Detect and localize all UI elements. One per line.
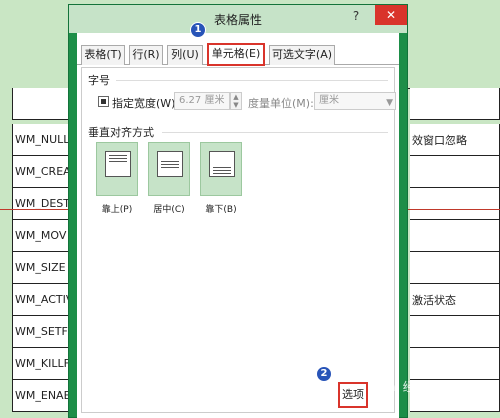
align-top-button[interactable]	[96, 142, 138, 196]
measure-in-value: 厘米	[319, 95, 339, 106]
align-bottom-label: 靠下(B)	[205, 205, 237, 215]
table-cell[interactable]	[410, 156, 500, 188]
align-bottom-button[interactable]	[200, 142, 242, 196]
close-button[interactable]: ✕	[375, 5, 407, 25]
preferred-width-checkbox[interactable]	[98, 96, 109, 107]
step-badge-1: 1	[190, 22, 206, 38]
check-mark-icon	[101, 99, 106, 104]
table-row[interactable]: WM_SIZE	[12, 252, 70, 284]
table-cell[interactable]: 激活状态	[410, 284, 500, 316]
table-row[interactable]: WM_KILLF	[12, 348, 70, 380]
table-row[interactable]: WM_NULL	[12, 124, 70, 156]
table-row[interactable]: WM_MOV	[12, 220, 70, 252]
watermark: Bai 经验	[380, 380, 427, 394]
preferred-width-label: 指定宽度(W):	[112, 97, 180, 110]
chevron-down-icon: ▼	[386, 98, 393, 108]
tab-cell[interactable]: 单元格(E)	[207, 43, 265, 66]
table-row[interactable]: WM_CREA	[12, 156, 70, 188]
tab-column[interactable]: 列(U)	[167, 45, 203, 65]
section-divider	[162, 132, 388, 133]
tab-row[interactable]: 行(R)	[129, 45, 163, 65]
table-properties-dialog: 表格属性 ? ✕ 表格(T) 行(R) 列(U) 单元格(E) 可选文字(A) …	[68, 4, 408, 418]
align-center-icon	[157, 151, 183, 177]
table-row[interactable]: WM_DEST	[12, 188, 70, 220]
measure-in-select[interactable]: 厘米 ▼	[314, 92, 396, 110]
cell-tab-panel: 字号 指定宽度(W): 6.27 厘米 ▲ ▼ 度量单位(M): 厘米 ▼ 垂直对…	[81, 67, 396, 413]
table-cell[interactable]: 效窗口忽略	[410, 124, 500, 156]
align-center-button[interactable]	[148, 142, 190, 196]
table-cell[interactable]	[410, 316, 500, 348]
table-row-header	[12, 88, 70, 120]
measure-in-label: 度量单位(M):	[248, 97, 314, 110]
help-button[interactable]: ?	[349, 9, 363, 25]
dialog-titlebar[interactable]: 表格属性 ? ✕	[69, 5, 407, 33]
table-cell	[410, 88, 500, 120]
table-cell[interactable]	[410, 220, 500, 252]
section-divider	[116, 80, 388, 81]
table-cell[interactable]	[410, 348, 500, 380]
table-row[interactable]: WM_SETF	[12, 316, 70, 348]
table-row[interactable]: WM_ENAE	[12, 380, 70, 412]
step-badge-2: 2	[316, 366, 332, 382]
align-top-icon	[105, 151, 131, 177]
table-row[interactable]: WM_ACTIV	[12, 284, 70, 316]
preferred-width-input[interactable]: 6.27 厘米	[174, 92, 230, 110]
tab-table[interactable]: 表格(T)	[81, 45, 125, 65]
vertical-alignment-label: 垂直对齐方式	[88, 126, 154, 139]
tab-bar: 表格(T) 行(R) 列(U) 单元格(E) 可选文字(A)	[77, 43, 399, 66]
dialog-content: 表格(T) 行(R) 列(U) 单元格(E) 可选文字(A) 字号 指定宽度(W…	[77, 33, 399, 418]
width-spinner[interactable]: ▲ ▼	[230, 92, 242, 110]
options-button[interactable]: 选项	[338, 382, 368, 408]
align-bottom-icon	[209, 151, 235, 177]
align-center-label: 居中(C)	[153, 205, 185, 215]
table-cell[interactable]	[410, 188, 500, 220]
size-section-label: 字号	[88, 74, 110, 87]
table-cell[interactable]	[410, 252, 500, 284]
align-top-label: 靠上(P)	[101, 205, 133, 215]
tab-alt-text[interactable]: 可选文字(A)	[269, 45, 335, 65]
